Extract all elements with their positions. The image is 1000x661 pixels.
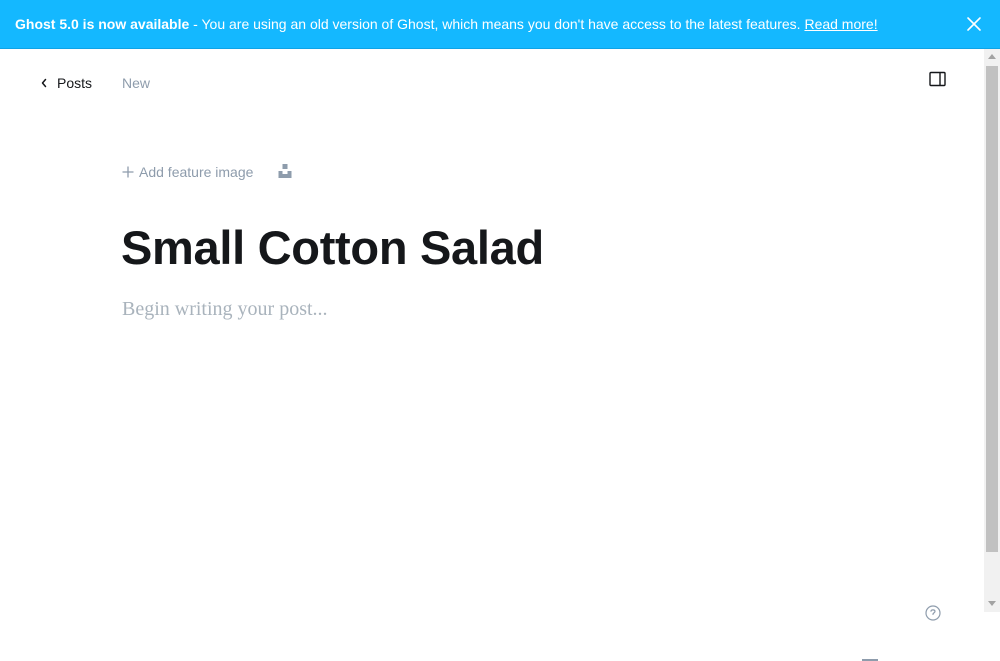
add-feature-image-button[interactable]: Add feature image bbox=[122, 164, 253, 180]
banner-message: - You are using an old version of Ghost,… bbox=[189, 16, 805, 32]
help-button[interactable] bbox=[925, 605, 941, 621]
feature-image-label: Add feature image bbox=[139, 164, 254, 180]
banner-text: Ghost 5.0 is now available - You are usi… bbox=[15, 15, 878, 33]
vertical-scrollbar[interactable] bbox=[984, 49, 1000, 612]
sidebar-toggle-icon bbox=[929, 71, 946, 87]
plus-icon bbox=[122, 166, 134, 178]
back-label: Posts bbox=[57, 75, 93, 91]
post-status: New bbox=[122, 75, 151, 91]
post-editor: Posts New Add feature image Small Cotton… bbox=[0, 49, 984, 661]
post-body-editor[interactable]: Begin writing your post... bbox=[122, 297, 328, 321]
word-count-fragment bbox=[862, 656, 902, 661]
update-banner: Ghost 5.0 is now available - You are usi… bbox=[0, 0, 1000, 49]
settings-menu-toggle[interactable] bbox=[929, 71, 946, 87]
chevron-left-icon bbox=[41, 78, 47, 88]
unsplash-button[interactable] bbox=[278, 163, 292, 179]
scroll-thumb[interactable] bbox=[986, 66, 998, 552]
banner-heading: Ghost 5.0 is now available bbox=[15, 16, 190, 32]
banner-read-more-link[interactable]: Read more! bbox=[804, 16, 877, 32]
banner-close-button[interactable] bbox=[966, 16, 982, 32]
help-icon bbox=[925, 605, 941, 621]
scroll-down-arrow[interactable] bbox=[988, 601, 996, 606]
scroll-up-arrow[interactable] bbox=[988, 54, 996, 59]
unsplash-icon bbox=[278, 164, 292, 178]
post-title[interactable]: Small Cotton Salad bbox=[121, 220, 544, 276]
close-icon bbox=[967, 17, 981, 31]
back-to-posts-link[interactable]: Posts bbox=[40, 75, 92, 91]
